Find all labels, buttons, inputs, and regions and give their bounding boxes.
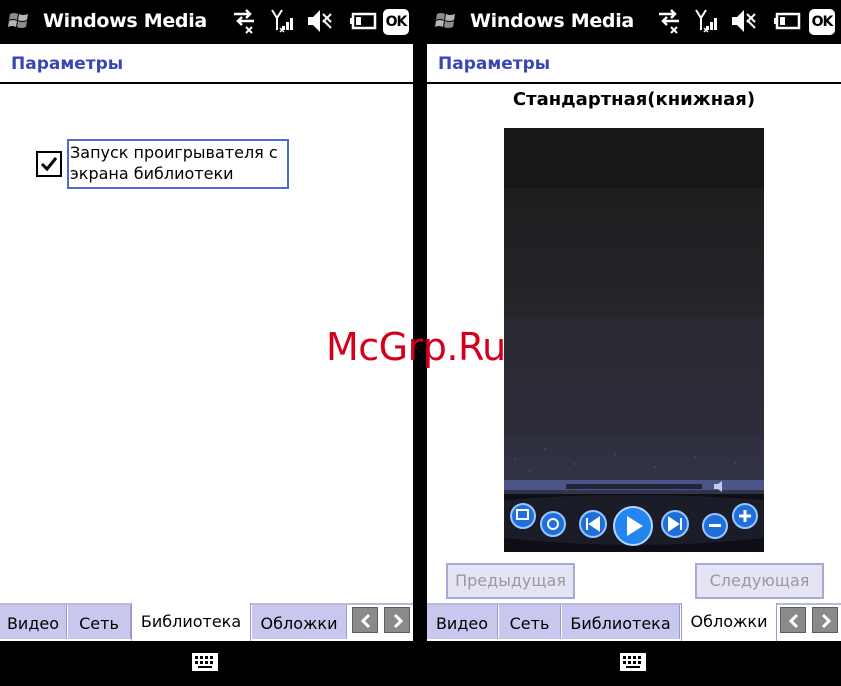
soft-key-bar [427,641,841,686]
tab-network[interactable]: Сеть [68,605,131,639]
speaker-muted-icon[interactable] [305,6,333,36]
soft-key-bar [0,641,413,686]
launch-from-library-label[interactable]: Запуск проигрывателя с экрана библиотеки [67,139,289,189]
watermark: McGrp.Ru [326,325,506,369]
tab-network[interactable]: Сеть [499,605,561,639]
settings-header: Параметры [427,44,841,84]
battery-icon[interactable] [349,6,377,36]
ok-button[interactable]: OK [809,9,835,35]
title-bar: Windows Media OK [427,0,841,44]
battery-icon[interactable] [773,6,801,36]
chevron-right-icon [821,613,832,629]
skin-preview [504,128,764,552]
tab-covers[interactable]: Обложки [681,603,777,641]
page-title: Параметры [438,54,551,74]
next-skin-button[interactable]: Следующая [695,563,824,599]
app-title: Windows Media [470,10,634,32]
page-title: Параметры [11,54,124,74]
chevron-right-icon [393,613,404,629]
windows-flag-icon[interactable] [8,11,30,31]
checkmark-icon [40,157,58,172]
tab-scroll-left[interactable] [352,607,378,633]
windows-flag-icon[interactable] [435,11,457,31]
settings-header: Параметры [0,44,413,84]
ok-button[interactable]: OK [383,9,409,35]
title-bar: Windows Media OK [0,0,413,44]
data-arrows-icon [234,9,254,34]
skin-name: Стандартная(книжная) [512,89,756,110]
tab-library[interactable]: Библиотека [131,603,251,641]
app-title: Windows Media [43,10,207,32]
tab-scroll-right[interactable] [812,607,838,633]
signal-bars-icon [695,9,717,33]
launch-from-library-checkbox[interactable] [36,151,62,177]
tab-video[interactable]: Видео [0,605,67,639]
player-skin-image [504,128,764,552]
signal-bars-icon [271,9,293,33]
tab-covers[interactable]: Обложки [252,605,347,639]
tab-bar: Видео Сеть Библиотека Обложки [427,603,841,641]
keyboard-icon[interactable] [619,651,647,673]
data-arrows-icon [659,9,679,34]
speaker-muted-icon[interactable] [729,6,757,36]
chevron-left-icon [788,613,799,629]
tab-scroll-left[interactable] [780,607,806,633]
previous-skin-button[interactable]: Предыдущая [446,563,575,599]
keyboard-icon[interactable] [191,651,219,673]
chevron-left-icon [360,613,371,629]
tab-scroll-right[interactable] [384,607,410,633]
tab-library[interactable]: Библиотека [562,605,680,639]
tab-video[interactable]: Видео [427,605,498,639]
